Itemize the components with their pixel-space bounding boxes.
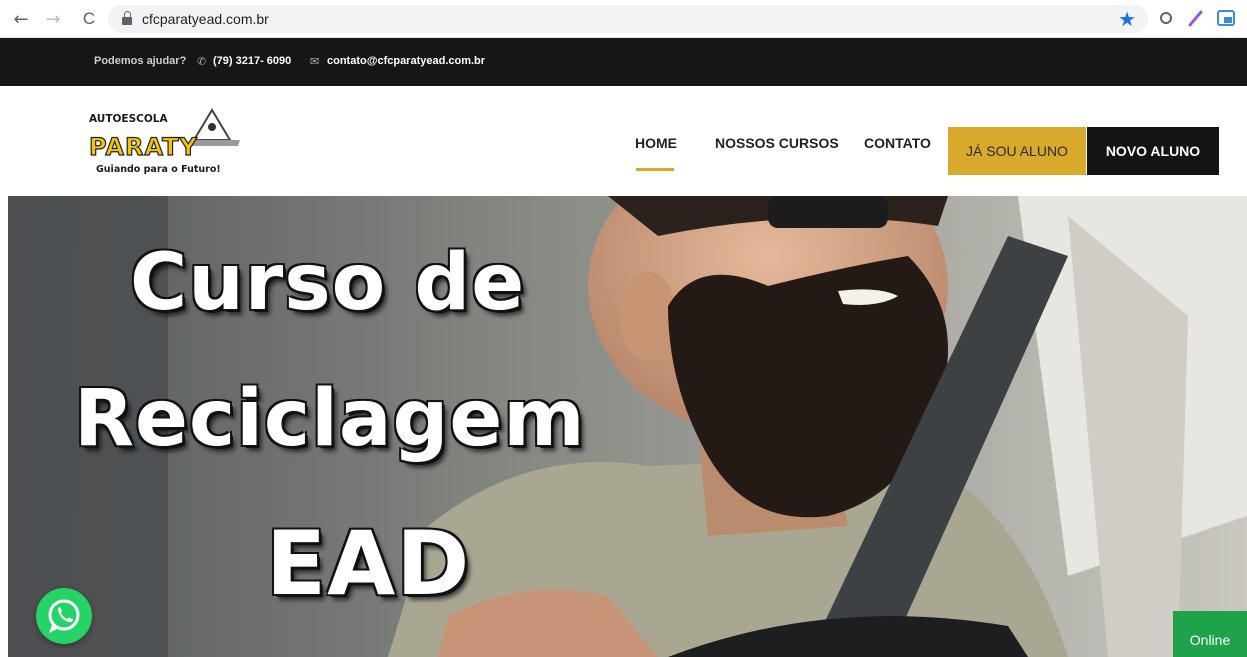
student-login-button[interactable]: JÁ SOU ALUNO bbox=[948, 127, 1086, 175]
logo-brand: PARATY bbox=[89, 133, 198, 161]
hero-banner: Curso de Reciclagem EAD bbox=[8, 196, 1247, 657]
site-header: AUTOESCOLA PARATY Guiando para o Futuro!… bbox=[0, 86, 1247, 196]
whatsapp-icon bbox=[48, 599, 80, 633]
hero-title-line3: EAD bbox=[266, 512, 471, 615]
hero-title-line1: Curso de bbox=[130, 238, 526, 328]
online-chat-tab[interactable]: Online bbox=[1173, 611, 1247, 657]
nav-contact[interactable]: CONTATO bbox=[864, 135, 931, 151]
lock-icon bbox=[122, 11, 132, 25]
logo-top-text: AUTOESCOLA bbox=[89, 113, 168, 125]
logo-tagline: Guiando para o Futuro! bbox=[96, 164, 221, 175]
site-logo[interactable]: AUTOESCOLA PARATY Guiando para o Futuro! bbox=[88, 106, 248, 178]
extension-circle-icon[interactable] bbox=[1156, 8, 1176, 28]
nav-home[interactable]: HOME bbox=[635, 135, 677, 151]
bookmark-star-icon[interactable]: ★ bbox=[1118, 7, 1136, 31]
extension-pen-icon[interactable] bbox=[1186, 8, 1206, 28]
back-icon[interactable]: ← bbox=[10, 8, 32, 30]
phone-icon: ✆ bbox=[197, 55, 207, 68]
mail-icon: ✉ bbox=[310, 55, 320, 68]
email-link[interactable]: contato@cfcparatyead.com.br bbox=[327, 55, 485, 67]
address-bar[interactable]: cfcparatyead.com.br ★ bbox=[108, 5, 1148, 33]
whatsapp-button[interactable] bbox=[36, 588, 92, 644]
nav-courses[interactable]: NOSSOS CURSOS bbox=[715, 135, 839, 151]
extension-screenshot-icon[interactable] bbox=[1216, 8, 1236, 28]
help-label: Podemos ajudar? bbox=[94, 55, 187, 67]
forward-icon[interactable]: → bbox=[42, 8, 64, 30]
new-student-button[interactable]: NOVO ALUNO bbox=[1087, 127, 1219, 175]
reload-icon[interactable]: C bbox=[78, 8, 100, 30]
url-text[interactable]: cfcparatyead.com.br bbox=[142, 11, 269, 27]
top-contact-bar: Podemos ajudar? ✆ (79) 3217- 6090 ✉ cont… bbox=[0, 38, 1247, 86]
hero-title-line2: Reciclagem bbox=[74, 374, 586, 464]
nav-active-indicator bbox=[636, 168, 674, 171]
browser-toolbar: ← → C cfcparatyead.com.br ★ bbox=[0, 0, 1247, 38]
phone-link[interactable]: (79) 3217- 6090 bbox=[213, 55, 291, 67]
